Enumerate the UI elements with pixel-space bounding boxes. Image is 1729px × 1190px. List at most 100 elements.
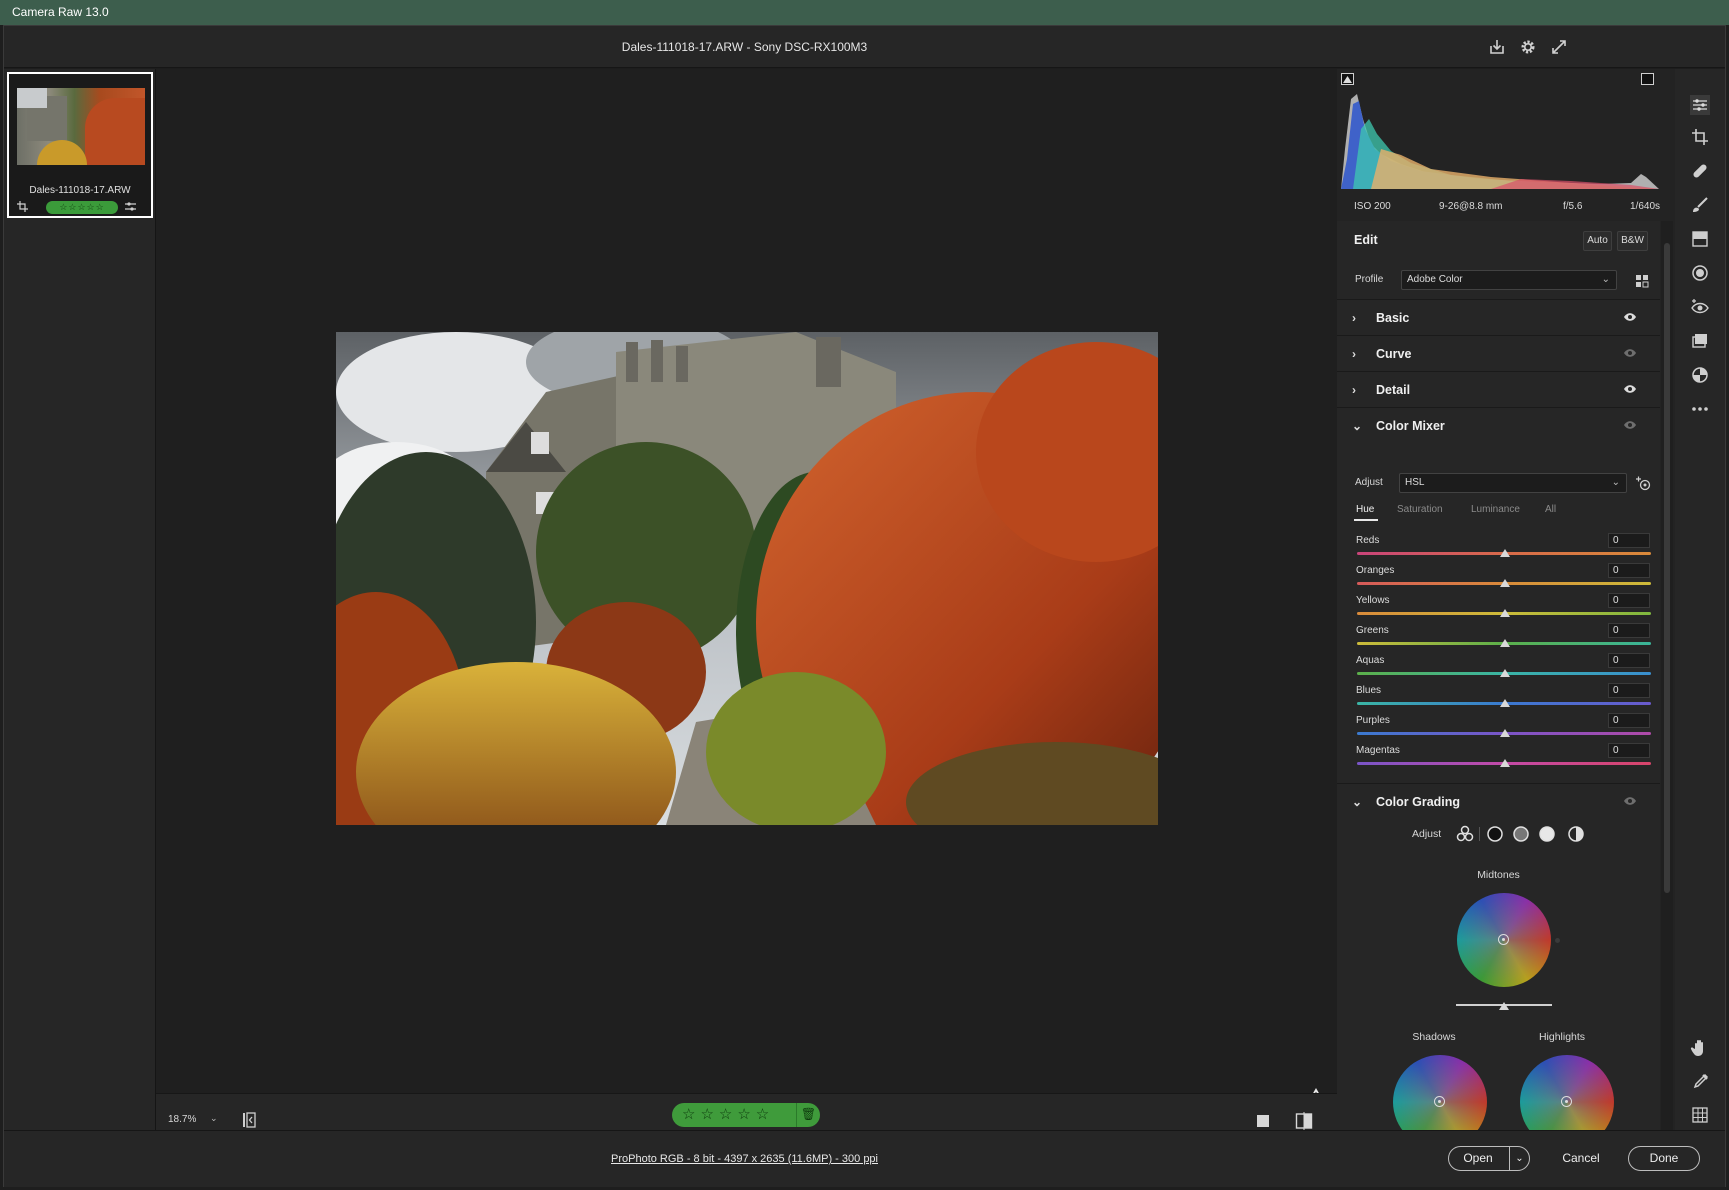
profile-value: Adobe Color	[1407, 274, 1463, 285]
slider-knob[interactable]	[1500, 579, 1510, 587]
crop-icon[interactable]	[1690, 127, 1710, 147]
visibility-eye-icon[interactable]	[1624, 384, 1636, 394]
workflow-options-link[interactable]: ProPhoto RGB - 8 bit - 4397 x 2635 (11.6…	[4, 1131, 1485, 1187]
chevron-down-icon: ⌄	[1352, 419, 1363, 433]
single-view-icon[interactable]	[1256, 1114, 1270, 1128]
scrollbar-thumb[interactable]	[1664, 243, 1670, 893]
status-bar: ProPhoto RGB - 8 bit - 4397 x 2635 (11.6…	[4, 1130, 1725, 1187]
tab-saturation[interactable]: Saturation	[1397, 504, 1443, 515]
filmstrip-thumbnail[interactable]: Dales-111018-17.ARW ☆☆☆☆☆	[7, 72, 153, 218]
slider-value-input[interactable]: 0	[1608, 743, 1650, 758]
mark-for-delete-trash-icon[interactable]: 🗑	[796, 1103, 820, 1127]
adjustments-badge-icon	[125, 202, 136, 211]
shadows-label: Shadows	[1412, 1031, 1456, 1043]
filmstrip: Dales-111018-17.ARW ☆☆☆☆☆	[4, 69, 156, 1155]
settings-gear-icon[interactable]	[1518, 37, 1538, 57]
midtones-wheel-icon[interactable]	[1512, 825, 1530, 843]
sampler-eyedropper-icon[interactable]	[1690, 1072, 1710, 1092]
slider-knob[interactable]	[1500, 639, 1510, 647]
hand-tool-icon[interactable]	[1690, 1038, 1710, 1058]
auto-button[interactable]: Auto	[1583, 231, 1612, 251]
save-image-icon[interactable]	[1487, 37, 1507, 57]
slider-knob[interactable]	[1500, 699, 1510, 707]
exif-shutter: 1/640s	[1630, 201, 1661, 212]
toggle-filmstrip-icon[interactable]	[240, 1111, 258, 1129]
tab-all[interactable]: All	[1545, 504, 1556, 515]
profile-browser-grid-icon[interactable]	[1635, 274, 1649, 288]
color-mixer-adjust-select[interactable]: HSL ⌄	[1399, 473, 1627, 493]
image-canvas[interactable]	[156, 69, 1337, 1093]
chevron-right-icon: ›	[1352, 383, 1356, 397]
slider-value-input[interactable]: 0	[1608, 683, 1650, 698]
zoom-dropdown-chevron-icon[interactable]: ⌄	[210, 1113, 218, 1124]
brush-icon[interactable]	[1690, 195, 1710, 215]
slider-value-input[interactable]: 0	[1608, 563, 1650, 578]
visibility-eye-icon[interactable]	[1624, 312, 1636, 322]
grid-overlay-icon[interactable]	[1690, 1105, 1710, 1125]
slider-knob[interactable]	[1500, 759, 1510, 767]
visibility-eye-icon[interactable]	[1624, 420, 1636, 430]
done-button[interactable]: Done	[1628, 1146, 1700, 1171]
edit-sliders-icon[interactable]	[1690, 95, 1710, 115]
shadows-wheel-icon[interactable]	[1486, 825, 1504, 843]
rating-bar[interactable]: ☆☆☆☆☆ 🗑	[672, 1103, 820, 1127]
open-button[interactable]: Open ⌄	[1448, 1146, 1530, 1171]
section-detail[interactable]: › Detail	[1337, 371, 1660, 407]
before-after-view-icon[interactable]	[1295, 1112, 1313, 1130]
wheel-center-handle[interactable]	[1498, 934, 1509, 945]
bw-button[interactable]: B&W	[1617, 231, 1648, 251]
slider-label: Blues	[1356, 685, 1382, 696]
wheel-side-handle[interactable]	[1555, 938, 1560, 943]
slider-reds: Reds 0	[1337, 533, 1660, 560]
midtones-color-wheel[interactable]	[1457, 893, 1551, 987]
thumbnail-rating[interactable]: ☆☆☆☆☆	[46, 201, 118, 214]
wheel-center-handle[interactable]	[1561, 1096, 1572, 1107]
section-color-grading[interactable]: ⌄ Color Grading	[1337, 783, 1660, 819]
section-curve[interactable]: › Curve	[1337, 335, 1660, 371]
slider-knob[interactable]	[1500, 669, 1510, 677]
three-way-wheels-icon[interactable]	[1456, 825, 1474, 843]
open-options-chevron-icon[interactable]: ⌄	[1509, 1147, 1529, 1170]
targeted-adjustment-tool-icon[interactable]	[1635, 475, 1651, 491]
global-wheel-icon[interactable]	[1567, 825, 1585, 843]
presets-icon[interactable]	[1690, 365, 1710, 385]
tools-toolbar	[1675, 69, 1725, 1155]
tab-hue[interactable]: Hue	[1356, 504, 1374, 515]
slider-value-input[interactable]: 0	[1608, 623, 1650, 638]
active-tab-indicator	[1354, 519, 1378, 521]
visibility-eye-icon[interactable]	[1624, 796, 1636, 806]
zoom-level[interactable]: 18.7%	[168, 1114, 196, 1125]
slider-value-input[interactable]: 0	[1608, 593, 1650, 608]
snapshots-icon[interactable]	[1690, 331, 1710, 351]
red-eye-icon[interactable]	[1690, 297, 1710, 317]
section-color-mixer[interactable]: ⌄ Color Mixer	[1337, 407, 1660, 443]
chevron-down-icon: ⌄	[1611, 477, 1620, 488]
slider-knob[interactable]	[1500, 549, 1510, 557]
fullscreen-icon[interactable]	[1549, 37, 1569, 57]
wheel-center-handle[interactable]	[1434, 1096, 1445, 1107]
thumbnail-filename: Dales-111018-17.ARW	[29, 185, 131, 196]
shadow-clipping-warning-icon[interactable]	[1341, 73, 1354, 85]
highlights-wheel-icon[interactable]	[1538, 825, 1556, 843]
profile-select[interactable]: Adobe Color ⌄	[1401, 270, 1617, 290]
highlight-clipping-warning-icon[interactable]	[1641, 73, 1654, 85]
radial-filter-icon[interactable]	[1690, 263, 1710, 283]
section-basic[interactable]: › Basic	[1337, 299, 1660, 335]
tab-luminance[interactable]: Luminance	[1471, 504, 1520, 515]
slider-value-input[interactable]: 0	[1608, 653, 1650, 668]
graduated-filter-icon[interactable]	[1690, 229, 1710, 249]
slider-knob[interactable]	[1499, 1002, 1509, 1010]
slider-label: Aquas	[1356, 655, 1385, 666]
visibility-eye-icon[interactable]	[1624, 348, 1636, 358]
edit-panel: Edit Auto B&W Profile Adobe Color ⌄ › Bas…	[1337, 221, 1660, 1155]
healing-bandage-icon[interactable]	[1690, 161, 1710, 181]
slider-value-input[interactable]: 0	[1608, 533, 1650, 548]
slider-value-input[interactable]: 0	[1608, 713, 1650, 728]
cancel-button[interactable]: Cancel	[1550, 1146, 1612, 1171]
edit-panel-scrollbar[interactable]	[1661, 221, 1673, 1155]
slider-knob[interactable]	[1500, 609, 1510, 617]
slider-knob[interactable]	[1500, 729, 1510, 737]
chevron-right-icon: ›	[1352, 311, 1356, 325]
more-options-icon[interactable]	[1690, 399, 1710, 419]
rating-stars[interactable]: ☆☆☆☆☆	[682, 1106, 774, 1123]
